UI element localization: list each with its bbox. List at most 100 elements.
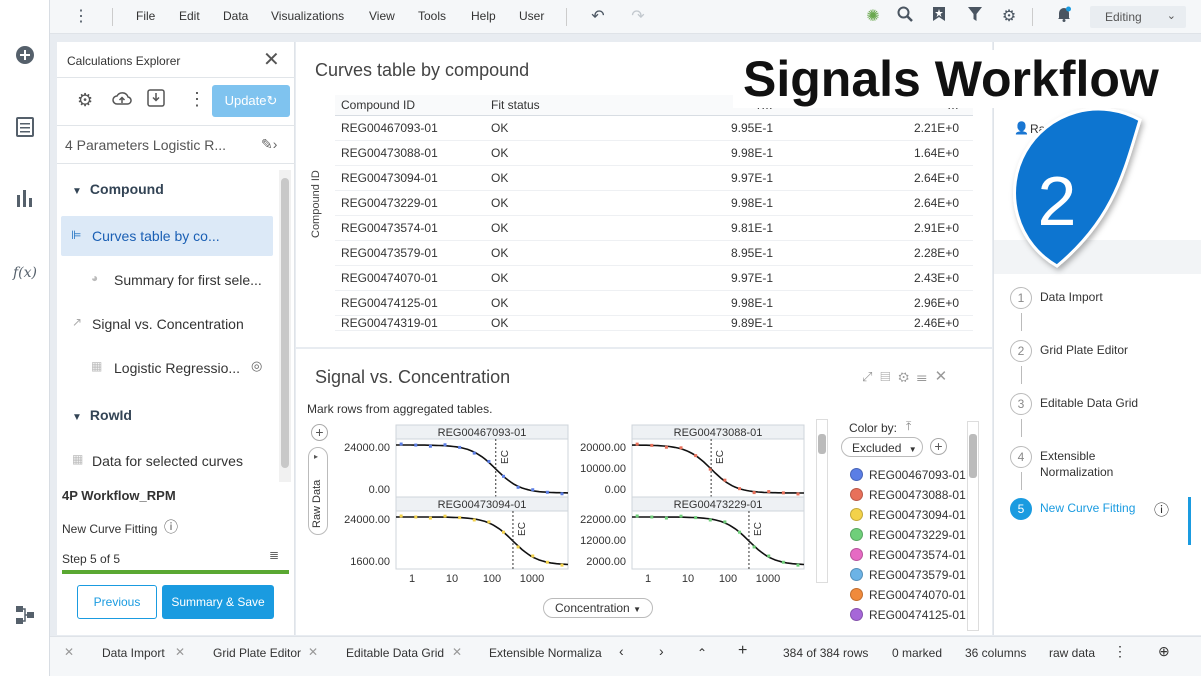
cloud-upload-icon[interactable] bbox=[112, 89, 132, 110]
search-icon[interactable] bbox=[894, 6, 916, 28]
legend-item[interactable]: REG00473574-01 bbox=[850, 547, 968, 563]
menu-help[interactable]: Help bbox=[471, 9, 496, 23]
table-row[interactable]: REG00467093-01 OK 9.95E-1 2.21E+0 bbox=[335, 115, 973, 141]
table-row[interactable]: REG00473094-01 OK 9.97E-1 2.64E+0 bbox=[335, 165, 973, 191]
scrollbar-thumb[interactable] bbox=[969, 434, 977, 478]
legend-item[interactable]: REG00473579-01 bbox=[850, 567, 968, 583]
scrollbar-thumb[interactable] bbox=[281, 178, 289, 468]
settings-gear-icon[interactable]: ⚙ bbox=[77, 90, 93, 111]
step-label[interactable]: Editable Data Grid bbox=[1040, 395, 1170, 411]
calc-name-row[interactable]: 4 Parameters Logistic R... ✎› bbox=[57, 126, 295, 164]
tree-scrollbar[interactable] bbox=[279, 170, 291, 482]
step-number[interactable]: 3 bbox=[1010, 393, 1032, 415]
summary-save-button[interactable]: Summary & Save bbox=[162, 585, 274, 619]
step-label[interactable]: New Curve Fitting bbox=[1040, 500, 1170, 516]
data-table-icon[interactable] bbox=[13, 117, 37, 141]
step-number[interactable]: 1 bbox=[1010, 287, 1032, 309]
legend-item[interactable]: REG00473229-01 bbox=[850, 527, 968, 543]
menu-tools[interactable]: Tools bbox=[418, 9, 446, 23]
bookmark-icon[interactable] bbox=[928, 6, 950, 28]
filter-icon[interactable] bbox=[964, 6, 986, 28]
sort-icon[interactable]: ⤒ bbox=[906, 419, 911, 434]
tree-item-summary[interactable]: ◕ Summary for first sele... bbox=[91, 268, 271, 292]
step-label[interactable]: Grid Plate Editor bbox=[1040, 342, 1170, 358]
legend-item[interactable]: REG00474070-01 bbox=[850, 587, 968, 603]
close-icon[interactable]: ✕ bbox=[935, 368, 956, 385]
legend-item[interactable]: REG00473094-01 bbox=[850, 507, 968, 523]
add-icon[interactable] bbox=[13, 45, 37, 69]
tree-item-curves-table[interactable]: ⊫ Curves table by co... bbox=[61, 216, 273, 256]
close-tab-icon[interactable]: ✕ bbox=[452, 645, 462, 659]
globe-icon[interactable]: ⊕ bbox=[1158, 643, 1170, 660]
table-row[interactable]: REG00473088-01 OK 9.98E-1 1.64E+0 bbox=[335, 140, 973, 166]
next-page-icon[interactable]: › bbox=[659, 643, 664, 659]
legend-item[interactable]: REG00473088-01 bbox=[850, 487, 968, 503]
notes-icon[interactable]: ▤ bbox=[880, 369, 898, 384]
gear-icon[interactable]: ⚙ bbox=[998, 6, 1020, 28]
redo-icon[interactable]: ↷ bbox=[627, 6, 649, 28]
step-label[interactable]: Extensible Normalization bbox=[1040, 448, 1170, 480]
mode-dropdown[interactable]: Editing ⌄ bbox=[1090, 6, 1186, 28]
column-header[interactable]: Fit status bbox=[485, 95, 627, 116]
notification-bell-icon[interactable] bbox=[1053, 6, 1075, 28]
page-tab[interactable]: Extensible Normaliza bbox=[489, 646, 602, 660]
hidden-eye-icon[interactable]: ◎ bbox=[251, 358, 262, 374]
table-row[interactable]: REG00474070-01 OK 9.97E-1 2.43E+0 bbox=[335, 265, 973, 291]
scrollbar-thumb[interactable] bbox=[818, 434, 826, 454]
legend-item[interactable]: REG00474125-01 bbox=[850, 607, 968, 623]
y-axis-selector[interactable]: ▸ Raw Data bbox=[308, 447, 328, 535]
menu-data[interactable]: Data bbox=[223, 9, 248, 23]
add-y-axis-icon[interactable]: + bbox=[311, 424, 328, 441]
bar-chart-icon[interactable] bbox=[13, 189, 37, 213]
step-number[interactable]: 5 bbox=[1010, 498, 1032, 520]
legend-item[interactable]: REG00467093-01 bbox=[850, 467, 968, 483]
step-number[interactable]: 4 bbox=[1010, 446, 1032, 468]
menu-user[interactable]: User bbox=[519, 9, 544, 23]
kebab-menu-icon[interactable]: ⋮ bbox=[70, 6, 92, 28]
step-number[interactable]: 2 bbox=[1010, 340, 1032, 362]
table-row[interactable]: REG00473574-01 OK 9.81E-1 2.91E+0 bbox=[335, 215, 973, 241]
close-tab-icon[interactable]: ✕ bbox=[175, 645, 185, 659]
page-tab[interactable]: Data Import bbox=[102, 646, 165, 660]
step-label[interactable]: Data Import bbox=[1040, 289, 1170, 305]
legend-list-icon[interactable]: ☰ bbox=[917, 369, 935, 384]
table-row[interactable]: REG00474319-01 OK 9.89E-1 2.46E+0 bbox=[335, 315, 973, 331]
add-page-icon[interactable]: + bbox=[738, 642, 747, 660]
menu-edit[interactable]: Edit bbox=[179, 9, 200, 23]
recommendations-icon[interactable]: ✺ bbox=[862, 6, 884, 28]
table-row[interactable]: REG00474125-01 OK 9.98E-1 2.96E+0 bbox=[335, 290, 973, 316]
close-tab-icon[interactable]: ✕ bbox=[64, 645, 74, 659]
expand-pages-icon[interactable]: ⌃ bbox=[697, 646, 707, 660]
column-header[interactable]: Compound ID bbox=[335, 95, 485, 116]
x-axis-selector[interactable]: Concentration ▼ bbox=[543, 598, 653, 618]
tree-item-data-for-selected-curves[interactable]: ▦ Data for selected curves bbox=[72, 449, 272, 473]
download-icon[interactable] bbox=[147, 89, 165, 110]
menu-visualizations[interactable]: Visualizations bbox=[271, 9, 344, 23]
workflow-icon[interactable] bbox=[13, 605, 37, 629]
menu-file[interactable]: File bbox=[136, 9, 155, 23]
undo-icon[interactable]: ↶ bbox=[587, 6, 609, 28]
tree-item-logistic-regression[interactable]: ▦ Logistic Regressio... ◎ bbox=[91, 356, 271, 380]
previous-button[interactable]: Previous bbox=[77, 585, 157, 619]
table-row[interactable]: REG00473229-01 OK 9.98E-1 2.64E+0 bbox=[335, 190, 973, 216]
legend-scrollbar[interactable] bbox=[967, 421, 979, 631]
color-by-selector[interactable]: Excluded ▼ bbox=[841, 437, 923, 457]
settings-icon[interactable]: ⚙ bbox=[898, 369, 917, 384]
expand-icon[interactable]: ⤢ bbox=[862, 369, 880, 384]
trellis-scrollbar[interactable] bbox=[816, 419, 828, 583]
add-color-icon[interactable]: + bbox=[930, 438, 947, 455]
close-icon[interactable]: ✕ bbox=[263, 47, 280, 72]
menu-view[interactable]: View bbox=[369, 9, 395, 23]
info-icon[interactable]: ⓘ bbox=[164, 517, 178, 537]
list-icon[interactable]: ≣ bbox=[269, 548, 279, 562]
tree-item-signal-vs-concentration[interactable]: ↗ Signal vs. Concentration bbox=[72, 312, 272, 336]
function-icon[interactable]: f(x) bbox=[13, 261, 37, 285]
page-tab[interactable]: Editable Data Grid bbox=[346, 646, 444, 660]
update-button[interactable]: Update↻ bbox=[212, 85, 290, 117]
pencil-icon[interactable]: ✎› bbox=[261, 136, 277, 153]
tree-group-compound[interactable]: ▼ Compound bbox=[72, 181, 164, 197]
page-tab[interactable]: Grid Plate Editor bbox=[213, 646, 301, 660]
close-tab-icon[interactable]: ✕ bbox=[308, 645, 318, 659]
more-options-icon[interactable]: ⋮ bbox=[188, 89, 206, 110]
prev-page-icon[interactable]: ‹ bbox=[619, 643, 624, 659]
